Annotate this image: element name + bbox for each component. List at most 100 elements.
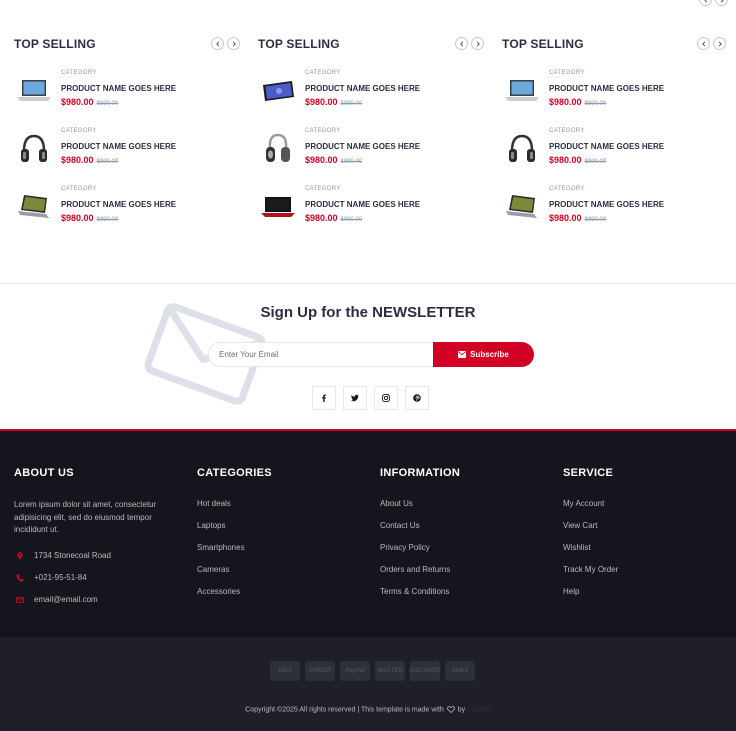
footer-link-laptops[interactable]: Laptops — [197, 521, 367, 543]
envelope-icon — [458, 351, 467, 358]
product-price: $980.00 $990.00 — [61, 97, 118, 107]
prev-arrow-icon[interactable] — [211, 37, 224, 50]
next-arrow-icon[interactable] — [227, 37, 240, 50]
footer-link-about-us[interactable]: About Us — [380, 499, 550, 521]
footer-link-cameras[interactable]: Cameras — [197, 565, 367, 587]
product-name[interactable]: PRODUCT NAME GOES HERE — [61, 142, 176, 151]
old-price: $990.00 — [96, 217, 119, 223]
product-category[interactable]: CATEGORY — [549, 128, 585, 134]
tablet-image[interactable] — [260, 76, 296, 106]
product-widget[interactable]: CATEGORY PRODUCT NAME GOES HERE $980.00 $… — [502, 128, 732, 172]
product-category[interactable]: CATEGORY — [61, 70, 97, 76]
product-category[interactable]: CATEGORY — [305, 186, 341, 192]
footer-phone[interactable]: +021-95-51-84 — [14, 567, 184, 589]
current-price: $980.00 — [305, 97, 338, 107]
product-category[interactable]: CATEGORY — [549, 186, 585, 192]
colorlib-link[interactable]: Colorlib — [467, 706, 491, 713]
current-price: $980.00 — [549, 213, 582, 223]
product-category[interactable]: CATEGORY — [305, 128, 341, 134]
prev-arrow-icon[interactable] — [697, 37, 710, 50]
prev-arrow-icon[interactable] — [455, 37, 468, 50]
footer-contact-list: 1734 Stonecoal Road +021-95-51-84 email@… — [14, 545, 184, 611]
product-price: $980.00 $990.00 — [305, 213, 362, 223]
footer-link-contact-us[interactable]: Contact Us — [380, 521, 550, 543]
copyright-by: by — [457, 706, 466, 714]
product-category[interactable]: CATEGORY — [549, 70, 585, 76]
footer-email[interactable]: email@email.com — [14, 589, 184, 611]
footer-about-text: Lorem ipsum dolor sit amet, consectetur … — [14, 500, 157, 534]
laptop-image[interactable] — [16, 76, 52, 106]
instagram-icon[interactable] — [374, 386, 398, 410]
product-category[interactable]: CATEGORY — [61, 186, 97, 192]
paypal-icon: PayPal — [340, 661, 370, 681]
headphones-image[interactable] — [504, 134, 540, 164]
product-name[interactable]: PRODUCT NAME GOES HERE — [305, 200, 420, 209]
laptop-image[interactable] — [504, 192, 540, 222]
product-price: $980.00 $990.00 — [305, 155, 362, 165]
product-widget[interactable]: CATEGORY PRODUCT NAME GOES HERE $980.00 $… — [14, 70, 244, 114]
newsletter-email-input[interactable] — [208, 342, 448, 367]
product-name[interactable]: PRODUCT NAME GOES HERE — [549, 84, 664, 93]
subscribe-button[interactable]: Subscribe — [433, 342, 534, 367]
facebook-icon[interactable] — [312, 386, 336, 410]
footer-service-links: My Account View Cart Wishlist Track My O… — [563, 499, 733, 609]
footer-address[interactable]: 1734 Stonecoal Road — [14, 545, 184, 567]
footer-link-smartphones[interactable]: Smartphones — [197, 543, 367, 565]
product-widget[interactable]: CATEGORY PRODUCT NAME GOES HERE $980.00 $… — [14, 186, 244, 230]
newsletter-section: Sign Up for the NEWSLETTER Subscribe — [0, 284, 736, 429]
product-name[interactable]: PRODUCT NAME GOES HERE — [549, 200, 664, 209]
product-category[interactable]: CATEGORY — [61, 128, 97, 134]
footer-link-accessories[interactable]: Accessories — [197, 587, 367, 609]
footer-link-view-cart[interactable]: View Cart — [563, 521, 733, 543]
old-price: $990.00 — [340, 101, 363, 107]
product-widget[interactable]: CATEGORY PRODUCT NAME GOES HERE $980.00 $… — [502, 186, 732, 230]
map-marker-icon — [17, 551, 23, 560]
laptop-image[interactable] — [504, 76, 540, 106]
footer-service-title: SERVICE — [563, 467, 614, 479]
carousel-nav — [211, 37, 240, 50]
footer-link-hot-deals[interactable]: Hot deals — [197, 499, 367, 521]
product-widget[interactable]: CATEGORY PRODUCT NAME GOES HERE $980.00 $… — [258, 186, 488, 230]
footer-link-wishlist[interactable]: Wishlist — [563, 543, 733, 565]
next-arrow-icon[interactable] — [713, 37, 726, 50]
product-name[interactable]: PRODUCT NAME GOES HERE — [61, 84, 176, 93]
laptop-image[interactable] — [16, 192, 52, 222]
footer-link-help[interactable]: Help — [563, 587, 733, 609]
product-name[interactable]: PRODUCT NAME GOES HERE — [305, 84, 420, 93]
laptop-image[interactable] — [260, 192, 296, 222]
subscribe-label: Subscribe — [470, 350, 509, 359]
product-name[interactable]: PRODUCT NAME GOES HERE — [61, 200, 176, 209]
headphones-image[interactable] — [16, 134, 52, 164]
address-text: 1734 Stonecoal Road — [34, 551, 111, 560]
product-name[interactable]: PRODUCT NAME GOES HERE — [305, 142, 420, 151]
footer-link-track-order[interactable]: Track My Order — [563, 565, 733, 587]
product-widget[interactable]: CATEGORY PRODUCT NAME GOES HERE $980.00 $… — [14, 128, 244, 172]
top-selling-column: TOP SELLING CATEGORY PRODUCT NAME GOES H… — [14, 0, 244, 283]
footer: ABOUT US Lorem ipsum dolor sit amet, con… — [0, 431, 736, 637]
newsletter-title: Sign Up for the NEWSLETTER — [0, 304, 736, 321]
copyright: Copyright ©2025 All rights reserved | Th… — [0, 706, 736, 713]
footer-link-my-account[interactable]: My Account — [563, 499, 733, 521]
top-selling-column: TOP SELLING CATEGORY PRODUCT NAME GOES H… — [258, 0, 488, 283]
product-price: $980.00 $990.00 — [61, 213, 118, 223]
top-selling-column: TOP SELLING CATEGORY PRODUCT NAME GOES H… — [502, 0, 732, 283]
twitter-icon[interactable] — [343, 386, 367, 410]
footer-link-privacy-policy[interactable]: Privacy Policy — [380, 543, 550, 565]
current-price: $980.00 — [305, 213, 338, 223]
footer-link-terms[interactable]: Terms & Conditions — [380, 587, 550, 609]
product-price: $980.00 $990.00 — [549, 97, 606, 107]
current-price: $980.00 — [61, 155, 94, 165]
product-widget[interactable]: CATEGORY PRODUCT NAME GOES HERE $980.00 $… — [258, 70, 488, 114]
social-links — [312, 386, 429, 410]
product-widget[interactable]: CATEGORY PRODUCT NAME GOES HERE $980.00 $… — [258, 128, 488, 172]
product-name[interactable]: PRODUCT NAME GOES HERE — [549, 142, 664, 151]
old-price: $990.00 — [584, 159, 607, 165]
product-category[interactable]: CATEGORY — [305, 70, 341, 76]
product-widget[interactable]: CATEGORY PRODUCT NAME GOES HERE $980.00 $… — [502, 70, 732, 114]
footer-information-title: INFORMATION — [380, 467, 461, 479]
footer-link-orders-returns[interactable]: Orders and Returns — [380, 565, 550, 587]
next-arrow-icon[interactable] — [471, 37, 484, 50]
old-price: $990.00 — [96, 101, 119, 107]
headphones-image[interactable] — [260, 133, 296, 164]
pinterest-icon[interactable] — [405, 386, 429, 410]
